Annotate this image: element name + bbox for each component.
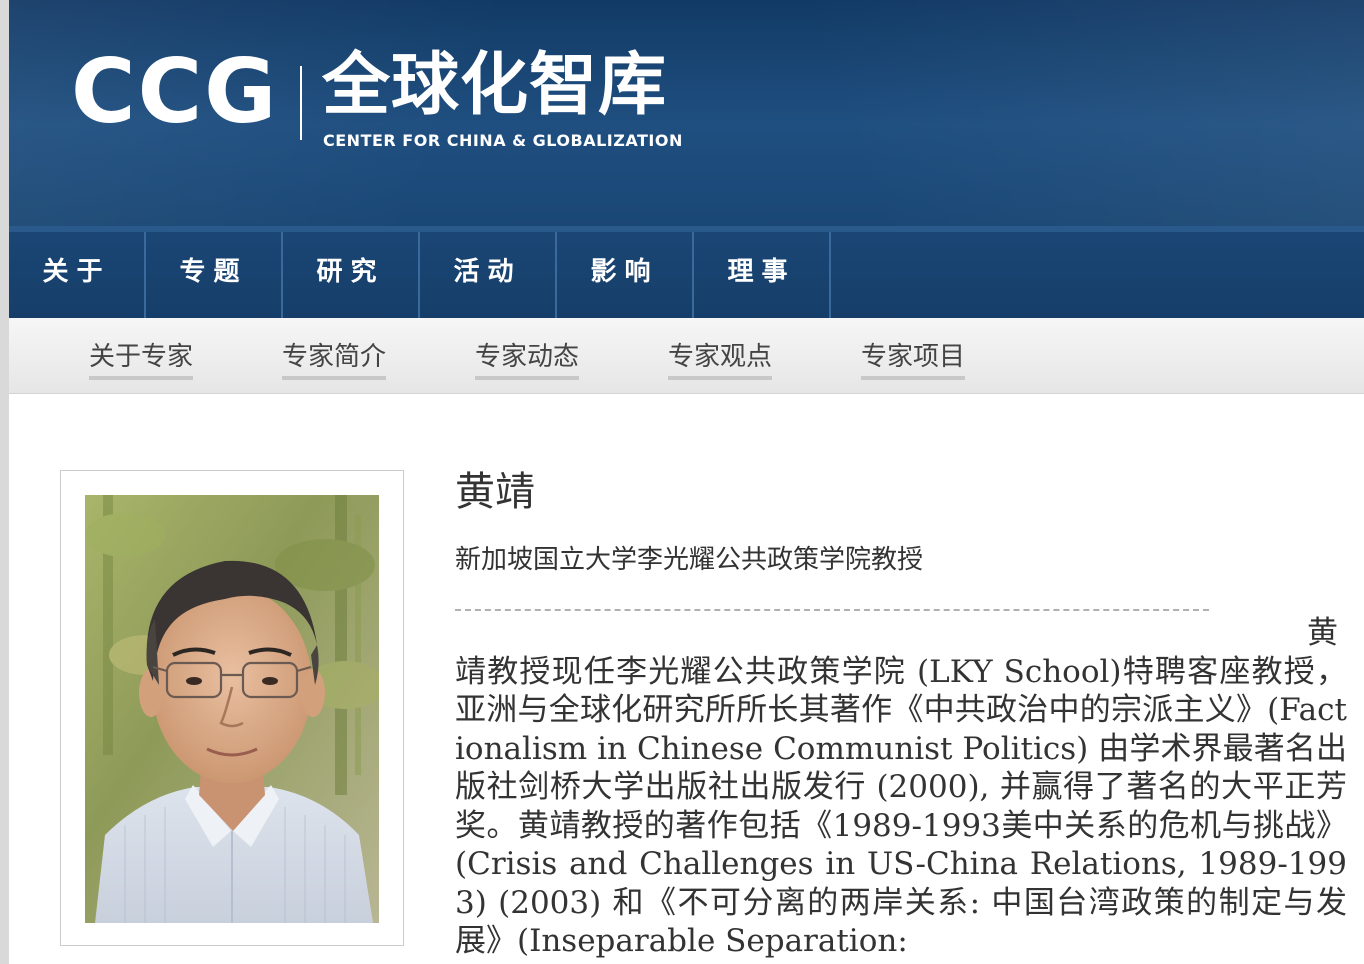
expert-title: 新加坡国立大学李光耀公共政策学院教授	[455, 545, 924, 575]
expert-photo	[85, 495, 379, 923]
expert-photo-frame	[60, 470, 404, 946]
nav-item-council[interactable]: 理事	[694, 232, 831, 318]
dashed-divider	[455, 609, 1209, 611]
nav-item-events[interactable]: 活动	[420, 232, 557, 318]
subnav-expert-projects[interactable]: 专家项目	[861, 340, 966, 380]
subnav-expert-profile[interactable]: 专家简介	[282, 340, 387, 380]
subnav-about-expert[interactable]: 关于专家	[89, 340, 194, 380]
nav-item-about[interactable]: 关于	[9, 232, 146, 318]
page: CCG 全球化智库 CENTER FOR CHINA & GLOBALIZATI…	[0, 0, 1364, 964]
main-nav: 关于 专题 研究 活动 影响 理事	[9, 226, 1364, 318]
subnav-expert-news[interactable]: 专家动态	[475, 340, 580, 380]
site-header: CCG 全球化智库 CENTER FOR CHINA & GLOBALIZATI…	[9, 0, 1364, 226]
logo-chinese-name[interactable]: 全球化智库	[322, 52, 667, 120]
logo-ccg[interactable]: CCG	[71, 48, 278, 136]
main-content: 黄靖 新加坡国立大学李光耀公共政策学院教授 黄靖教授现任李光耀公共政策学院 (L…	[9, 394, 1364, 964]
left-margin-strip	[0, 0, 9, 964]
subnav-expert-views[interactable]: 专家观点	[668, 340, 773, 380]
expert-name: 黄靖	[455, 469, 535, 515]
logo-english-name[interactable]: CENTER FOR CHINA & GLOBALIZATION	[323, 131, 683, 150]
expert-bio: 黄靖教授现任李光耀公共政策学院 (LKY School)特聘客座教授，亚洲与全球…	[455, 615, 1347, 959]
logo-divider	[300, 66, 302, 140]
sub-nav: 关于专家 专家简介 专家动态 专家观点 专家项目	[9, 318, 1364, 394]
nav-item-research[interactable]: 研究	[283, 232, 420, 318]
nav-item-impact[interactable]: 影响	[557, 232, 694, 318]
nav-item-topics[interactable]: 专题	[146, 232, 283, 318]
